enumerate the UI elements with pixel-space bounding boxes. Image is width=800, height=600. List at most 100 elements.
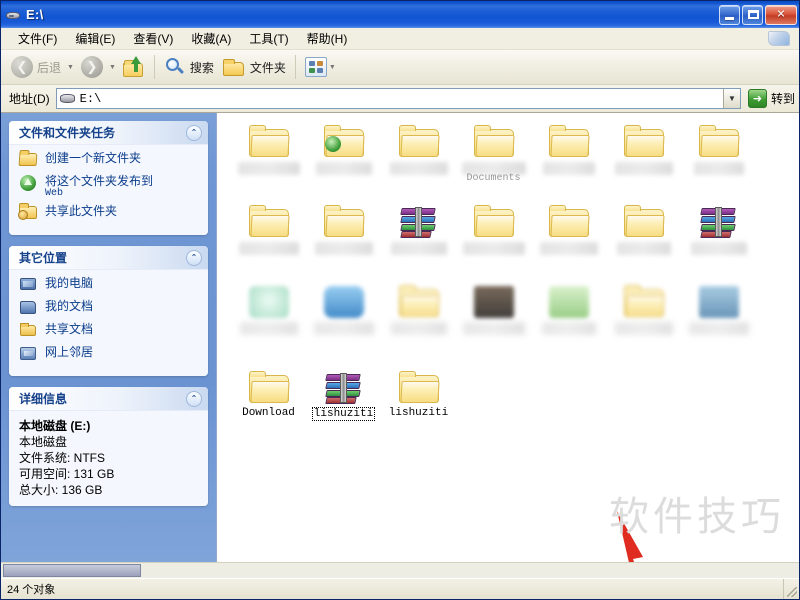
go-button[interactable]: ➜ 转到 xyxy=(747,89,795,108)
list-item[interactable] xyxy=(381,123,456,203)
censored-label xyxy=(390,242,447,255)
window-title: E:\ xyxy=(26,7,44,22)
scrollbar-thumb[interactable] xyxy=(3,564,141,577)
panel-header-other-places[interactable]: 其它位置 ⌃ xyxy=(9,246,208,270)
menu-item-edit[interactable]: 编辑(E) xyxy=(66,28,124,49)
views-button[interactable]: ▼ xyxy=(301,53,343,81)
place-network-label: 网上邻居 xyxy=(45,345,94,359)
task-publish-web-sub: Web xyxy=(45,188,64,199)
address-dropdown-icon[interactable]: ▼ xyxy=(722,89,740,108)
list-item[interactable] xyxy=(306,283,381,363)
drive-icon xyxy=(5,7,21,23)
list-item[interactable] xyxy=(456,203,531,283)
censored-label xyxy=(314,242,373,255)
place-network[interactable]: 网上邻居 xyxy=(19,345,200,363)
list-item[interactable] xyxy=(456,283,531,363)
icon-row xyxy=(231,283,799,363)
partial-label: Documents xyxy=(466,173,521,184)
list-item[interactable] xyxy=(231,203,306,283)
minimize-button[interactable] xyxy=(719,4,740,25)
address-input[interactable]: E:\ ▼ xyxy=(55,88,741,109)
place-shared-documents[interactable]: 共享文档 xyxy=(19,322,200,340)
censored-label xyxy=(462,322,525,335)
my-computer-icon xyxy=(19,276,39,294)
list-item[interactable] xyxy=(381,283,456,363)
horizontal-scrollbar[interactable] xyxy=(1,562,799,578)
folder-icon xyxy=(248,371,290,404)
task-sidebar: 文件和文件夹任务 ⌃ 创建一个新文件夹 将这个文件夹发布到 Web 共享此文件夹… xyxy=(1,113,216,562)
folders-button[interactable]: 文件夹 xyxy=(218,53,290,81)
explorer-window: E:\ ✕ 文件(F) 编辑(E) 查看(V) 收藏(A) 工具(T) 帮助(H… xyxy=(0,0,800,600)
place-my-computer[interactable]: 我的电脑 xyxy=(19,276,200,294)
forward-arrow-icon: ❯ xyxy=(80,56,103,78)
censored-label xyxy=(616,242,671,255)
list-item[interactable] xyxy=(531,203,606,283)
folder-icon xyxy=(398,125,440,158)
menu-item-tools[interactable]: 工具(T) xyxy=(240,28,297,49)
search-icon xyxy=(164,57,186,77)
list-item[interactable] xyxy=(681,203,756,283)
place-shared-documents-label: 共享文档 xyxy=(45,322,94,336)
resize-grip-icon[interactable] xyxy=(787,587,797,597)
maximize-button[interactable] xyxy=(742,4,763,25)
chevron-up-icon-3[interactable]: ⌃ xyxy=(186,390,202,407)
folder-icon xyxy=(548,125,590,158)
censored-label xyxy=(315,162,372,175)
icon-grid: Documents Download lishuziti lishuziti xyxy=(217,113,799,449)
list-item[interactable] xyxy=(606,283,681,363)
back-dropdown-icon[interactable]: ▼ xyxy=(67,64,74,71)
task-share-folder[interactable]: 共享此文件夹 xyxy=(18,203,200,222)
task-publish-web[interactable]: 将这个文件夹发布到 Web xyxy=(19,174,200,199)
list-item[interactable] xyxy=(606,203,681,283)
up-button[interactable] xyxy=(119,53,149,81)
place-my-documents-label: 我的文档 xyxy=(45,299,94,313)
views-dropdown-icon[interactable]: ▼ xyxy=(329,64,336,71)
task-publish-web-label: 将这个文件夹发布到 xyxy=(45,174,154,188)
back-button[interactable]: ❮ 后退 xyxy=(7,53,65,81)
menu-item-file[interactable]: 文件(F) xyxy=(9,28,66,49)
list-item[interactable] xyxy=(681,283,756,363)
chevron-up-icon-2[interactable]: ⌃ xyxy=(186,249,202,266)
forward-button[interactable]: ❯ xyxy=(77,53,107,81)
zip-icon xyxy=(699,206,739,238)
folder-icon xyxy=(548,205,590,238)
menu-item-help[interactable]: 帮助(H) xyxy=(298,28,357,49)
menu-bar: 文件(F) 编辑(E) 查看(V) 收藏(A) 工具(T) 帮助(H) xyxy=(1,28,799,50)
list-item[interactable] xyxy=(231,123,306,203)
list-item[interactable] xyxy=(681,123,756,203)
panel-title-tasks: 文件和文件夹任务 xyxy=(19,126,116,140)
close-button[interactable]: ✕ xyxy=(765,4,797,25)
menu-item-view[interactable]: 查看(V) xyxy=(124,28,182,49)
windows-flag-icon xyxy=(765,28,795,50)
list-item-lishuziti-folder[interactable]: lishuziti xyxy=(381,369,456,449)
censored-label xyxy=(313,322,374,335)
list-item-download[interactable]: Download xyxy=(231,369,306,449)
panel-details: 详细信息 ⌃ 本地磁盘 (E:) 本地磁盘 文件系统: NTFS 可用空间: 1… xyxy=(9,387,208,506)
list-item[interactable] xyxy=(606,123,681,203)
list-item[interactable] xyxy=(531,123,606,203)
folder-icon xyxy=(398,285,440,318)
censored-label xyxy=(614,162,673,175)
place-my-computer-label: 我的电脑 xyxy=(45,276,94,290)
place-my-documents[interactable]: 我的文档 xyxy=(19,299,200,317)
menu-item-favorites[interactable]: 收藏(A) xyxy=(182,28,240,49)
chevron-up-icon[interactable]: ⌃ xyxy=(186,124,202,141)
list-item[interactable]: Documents xyxy=(456,123,531,203)
file-list-area[interactable]: Documents Download lishuziti lishuziti 软… xyxy=(216,113,799,562)
censored-label xyxy=(238,242,299,255)
folder-icon xyxy=(248,205,290,238)
folder-icon xyxy=(473,125,515,158)
task-new-folder[interactable]: 创建一个新文件夹 xyxy=(18,151,200,169)
list-item[interactable] xyxy=(306,203,381,283)
panel-header-tasks[interactable]: 文件和文件夹任务 ⌃ xyxy=(9,121,208,145)
list-item[interactable] xyxy=(231,283,306,363)
list-item[interactable] xyxy=(531,283,606,363)
forward-dropdown-icon[interactable]: ▼ xyxy=(109,64,116,71)
list-item-lishuziti-zip[interactable]: lishuziti xyxy=(306,369,381,449)
panel-header-details[interactable]: 详细信息 ⌃ xyxy=(9,387,208,411)
list-item[interactable] xyxy=(381,203,456,283)
folder-icon xyxy=(698,125,740,158)
search-button[interactable]: 搜索 xyxy=(160,53,218,81)
panel-file-folder-tasks: 文件和文件夹任务 ⌃ 创建一个新文件夹 将这个文件夹发布到 Web 共享此文件夹 xyxy=(9,121,208,235)
list-item[interactable] xyxy=(306,123,381,203)
